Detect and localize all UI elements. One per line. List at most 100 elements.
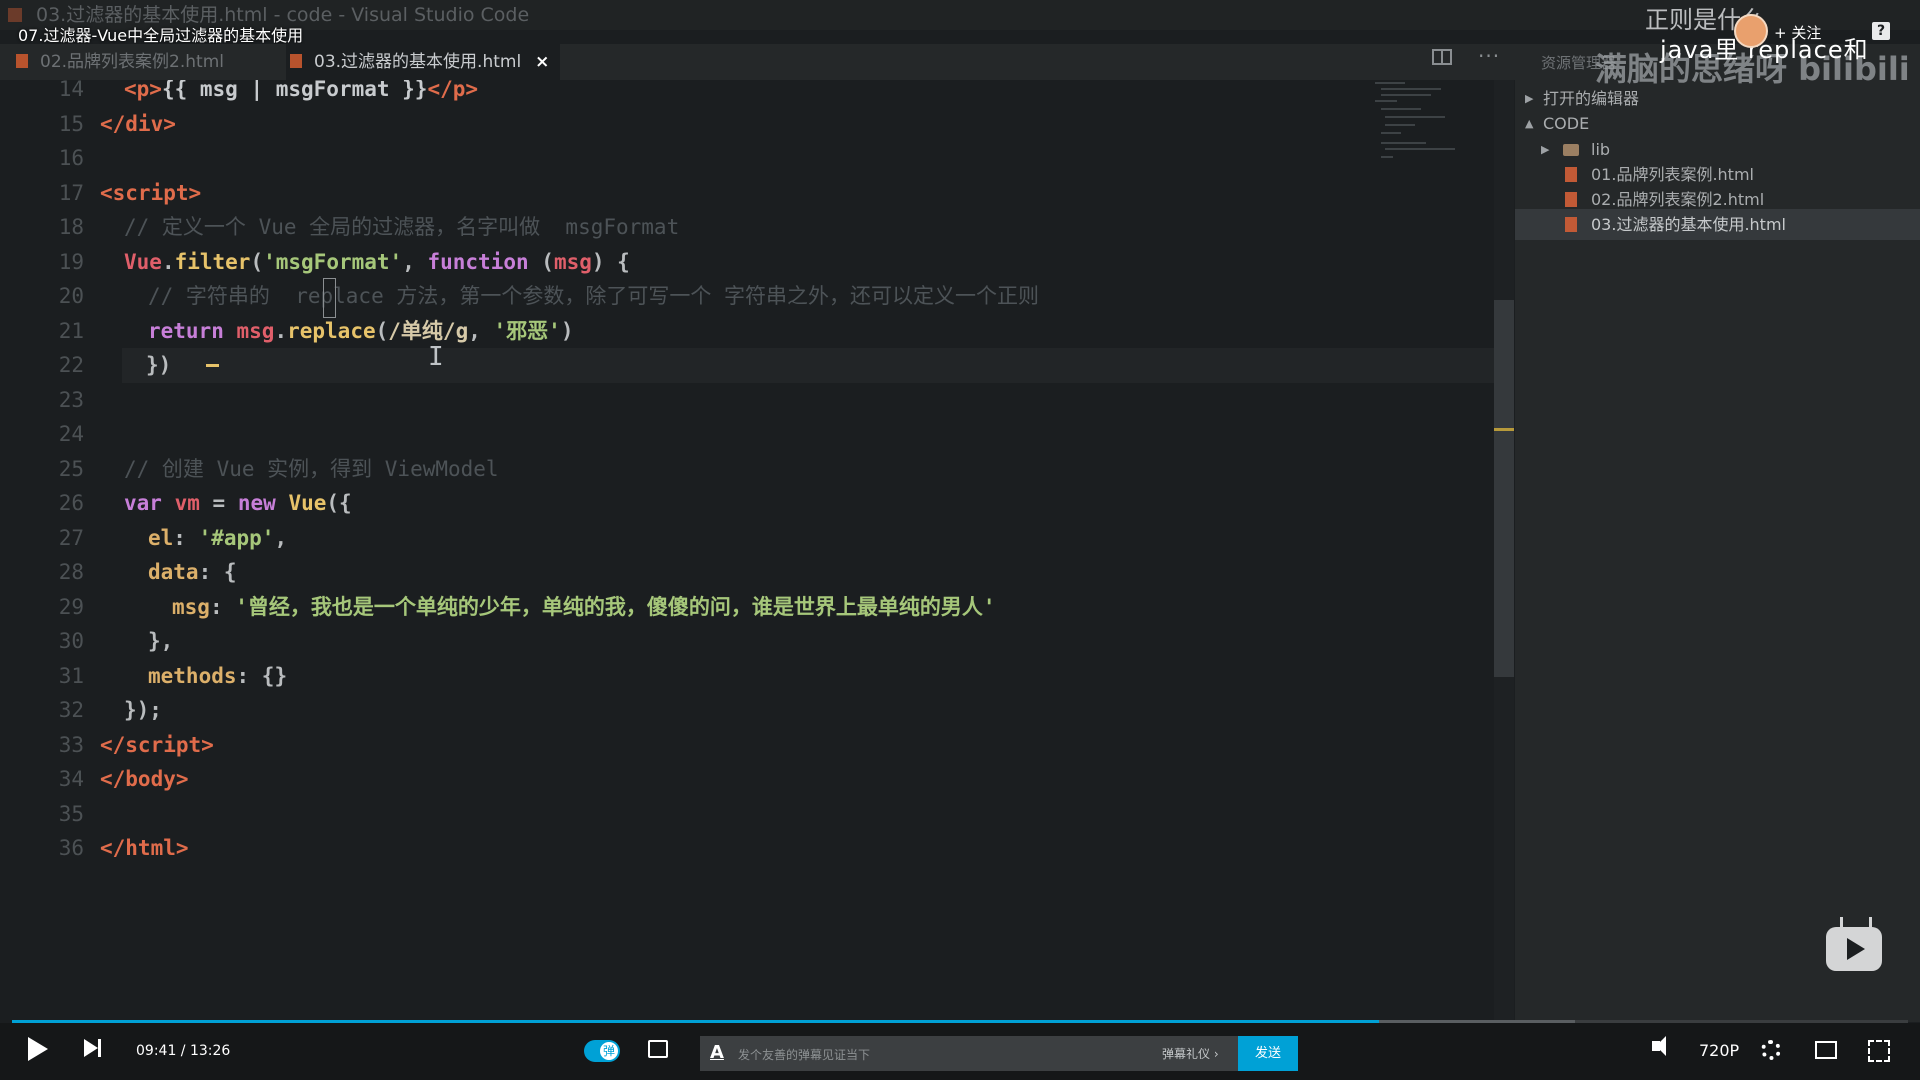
- code-text: </div>: [100, 111, 176, 136]
- tab-label: 03.过滤器的基本使用.html: [314, 52, 522, 72]
- more-actions-icon[interactable]: ···: [1478, 44, 1500, 68]
- tree-item-file-selected[interactable]: 03.过滤器的基本使用.html: [1515, 209, 1920, 240]
- line-number: 21: [58, 318, 84, 343]
- volume-icon[interactable]: [1652, 1036, 1666, 1056]
- code-text: <script>: [100, 180, 202, 205]
- minimap[interactable]: [1373, 80, 1493, 200]
- code-line[interactable]: 35: [0, 797, 1500, 832]
- line-number: 34: [58, 767, 84, 791]
- code-text: <p>{{ msg | msgFormat }}</p>: [124, 80, 479, 101]
- code-line[interactable]: 18 // 定义一个 Vue 全局的过滤器，名字叫做 msgFormat: [0, 210, 1500, 245]
- bracket-match-highlight: [323, 278, 336, 318]
- code-line[interactable]: 31 methods: {}: [0, 659, 1500, 694]
- line-number: 16: [58, 146, 84, 170]
- code-text: }): [146, 353, 172, 377]
- scrollbar-cursor-marker: [1494, 428, 1514, 431]
- danmu-style-icon[interactable]: A: [710, 1042, 724, 1063]
- code-line[interactable]: 21 return msg.replace(/单纯/g, '邪恶'): [0, 314, 1500, 349]
- code-text: data: {: [148, 560, 237, 584]
- html-file-icon: [1565, 167, 1577, 182]
- code-text: // 定义一个 Vue 全局的过滤器，名字叫做 msgFormat: [124, 215, 680, 239]
- quality-selector[interactable]: 720P: [1699, 1041, 1739, 1060]
- code-line[interactable]: 23: [0, 383, 1500, 418]
- tab-brand-list-2[interactable]: 02.品牌列表案例2.html: [16, 44, 286, 80]
- picture-in-picture-icon[interactable]: [1815, 1041, 1837, 1059]
- danmu-send-button[interactable]: 发送: [1238, 1036, 1298, 1071]
- gear-icon[interactable]: [1761, 1040, 1781, 1060]
- tree-item-label: 03.过滤器的基本使用.html: [1591, 215, 1786, 234]
- code-editor[interactable]: 14 <p>{{ msg | msgFormat }}</p> 15 </div> 16…: [0, 80, 1500, 1022]
- time-separator: /: [176, 1043, 190, 1059]
- fullscreen-icon[interactable]: [1868, 1040, 1890, 1062]
- follow-button[interactable]: + 关注: [1774, 22, 1821, 43]
- code-text: </body>: [100, 767, 189, 791]
- code-text: var vm = new Vue({: [124, 491, 352, 515]
- code-line[interactable]: 19 Vue.filter('msgFormat', function (msg)…: [0, 245, 1500, 280]
- line-number: 30: [58, 629, 84, 653]
- code-text: });: [124, 698, 162, 722]
- danmu-toggle[interactable]: 弹: [584, 1040, 620, 1062]
- next-episode-icon[interactable]: [84, 1039, 101, 1057]
- line-number: 28: [58, 560, 84, 584]
- code-text: // 字符串的 replace 方法，第一个参数，除了可写一个 字符串之外，还可…: [148, 284, 1039, 308]
- line-number: 29: [58, 594, 84, 619]
- code-line[interactable]: 20 // 字符串的 replace 方法，第一个参数，除了可写一个 字符串之外，…: [0, 279, 1500, 314]
- tab-filter-basic[interactable]: 03.过滤器的基本使用.html ×: [286, 44, 560, 80]
- line-number: 18: [58, 215, 84, 239]
- html-file-icon: [16, 54, 28, 68]
- tab-label: 02.品牌列表案例2.html: [40, 52, 224, 72]
- folder-icon: [1563, 144, 1579, 156]
- code-line[interactable]: 17 <script>: [0, 176, 1500, 211]
- code-line[interactable]: 30},: [0, 624, 1500, 659]
- play-icon[interactable]: [28, 1037, 48, 1061]
- line-number: 19: [58, 249, 84, 274]
- editor-tabbar: 02.品牌列表案例2.html 03.过滤器的基本使用.html ×: [0, 44, 1515, 80]
- code-line[interactable]: 34 </body>: [0, 762, 1500, 797]
- code-text: </script>: [100, 732, 214, 757]
- uploader-avatar[interactable]: [1734, 14, 1768, 48]
- editor-scrollbar-thumb[interactable]: [1494, 300, 1514, 677]
- line-number: 26: [58, 491, 84, 515]
- danmu-input-box: A 弹幕礼仪 ›: [700, 1036, 1238, 1073]
- mouse-ibeam-cursor: I: [428, 342, 444, 372]
- code-text: return msg.replace(/单纯/g, '邪恶'): [148, 318, 574, 343]
- code-line[interactable]: 24: [0, 417, 1500, 452]
- time-total: 13:26: [189, 1043, 231, 1059]
- code-line[interactable]: 15 </div>: [0, 107, 1500, 142]
- code-text: el: '#app',: [148, 525, 288, 550]
- code-line[interactable]: 32});: [0, 693, 1500, 728]
- explorer-sidebar: 资源管理器 满脑的思绪呀 bilibili ▶ 打开的编辑器 ▲ CODE ▶ …: [1515, 44, 1920, 1022]
- danmu-settings-icon[interactable]: [648, 1040, 668, 1058]
- html-file-icon: [1565, 217, 1577, 232]
- code-line[interactable]: 36 </html>: [0, 831, 1500, 866]
- html-file-icon: [1565, 192, 1577, 207]
- line-number: 22: [58, 353, 84, 377]
- code-line[interactable]: 16: [0, 141, 1500, 176]
- split-editor-icon[interactable]: [1432, 49, 1452, 65]
- code-line[interactable]: 28 data: {: [0, 555, 1500, 590]
- code-line[interactable]: 27 el: '#app',: [0, 521, 1500, 556]
- danmu-input[interactable]: [736, 1036, 1120, 1073]
- code-line[interactable]: 22}): [59, 348, 1495, 383]
- line-number: 35: [58, 801, 84, 826]
- line-number: 23: [58, 387, 84, 412]
- bilibili-tv-icon: [1826, 927, 1882, 971]
- code-line[interactable]: 29 msg: '曾经，我也是一个单纯的少年，单纯的我，傻傻的问，谁是世界上最单纯…: [0, 590, 1500, 625]
- code-line[interactable]: 14 <p>{{ msg | msgFormat }}</p>: [0, 80, 1500, 107]
- close-icon[interactable]: ×: [535, 52, 549, 72]
- line-number: 20: [58, 284, 84, 308]
- code-line[interactable]: 33 </script>: [0, 728, 1500, 763]
- line-number: 36: [58, 836, 84, 860]
- danmu-toggle-label: 弹: [600, 1042, 618, 1060]
- code-line[interactable]: 26 var vm = new Vue({: [0, 486, 1500, 521]
- help-icon[interactable]: ?: [1872, 22, 1890, 40]
- html-file-icon: [290, 54, 302, 68]
- code-text: </html>: [100, 836, 189, 860]
- danmu-etiquette-link[interactable]: 弹幕礼仪 ›: [1162, 1045, 1219, 1062]
- line-number: 15: [58, 111, 84, 136]
- code-text: methods: {}: [148, 663, 288, 688]
- line-number: 17: [58, 180, 84, 205]
- video-title: 07.过滤器-Vue中全局过滤器的基本使用: [18, 26, 304, 45]
- line-number: 14: [58, 80, 84, 101]
- code-line[interactable]: 25 // 创建 Vue 实例，得到 ViewModel: [0, 452, 1500, 487]
